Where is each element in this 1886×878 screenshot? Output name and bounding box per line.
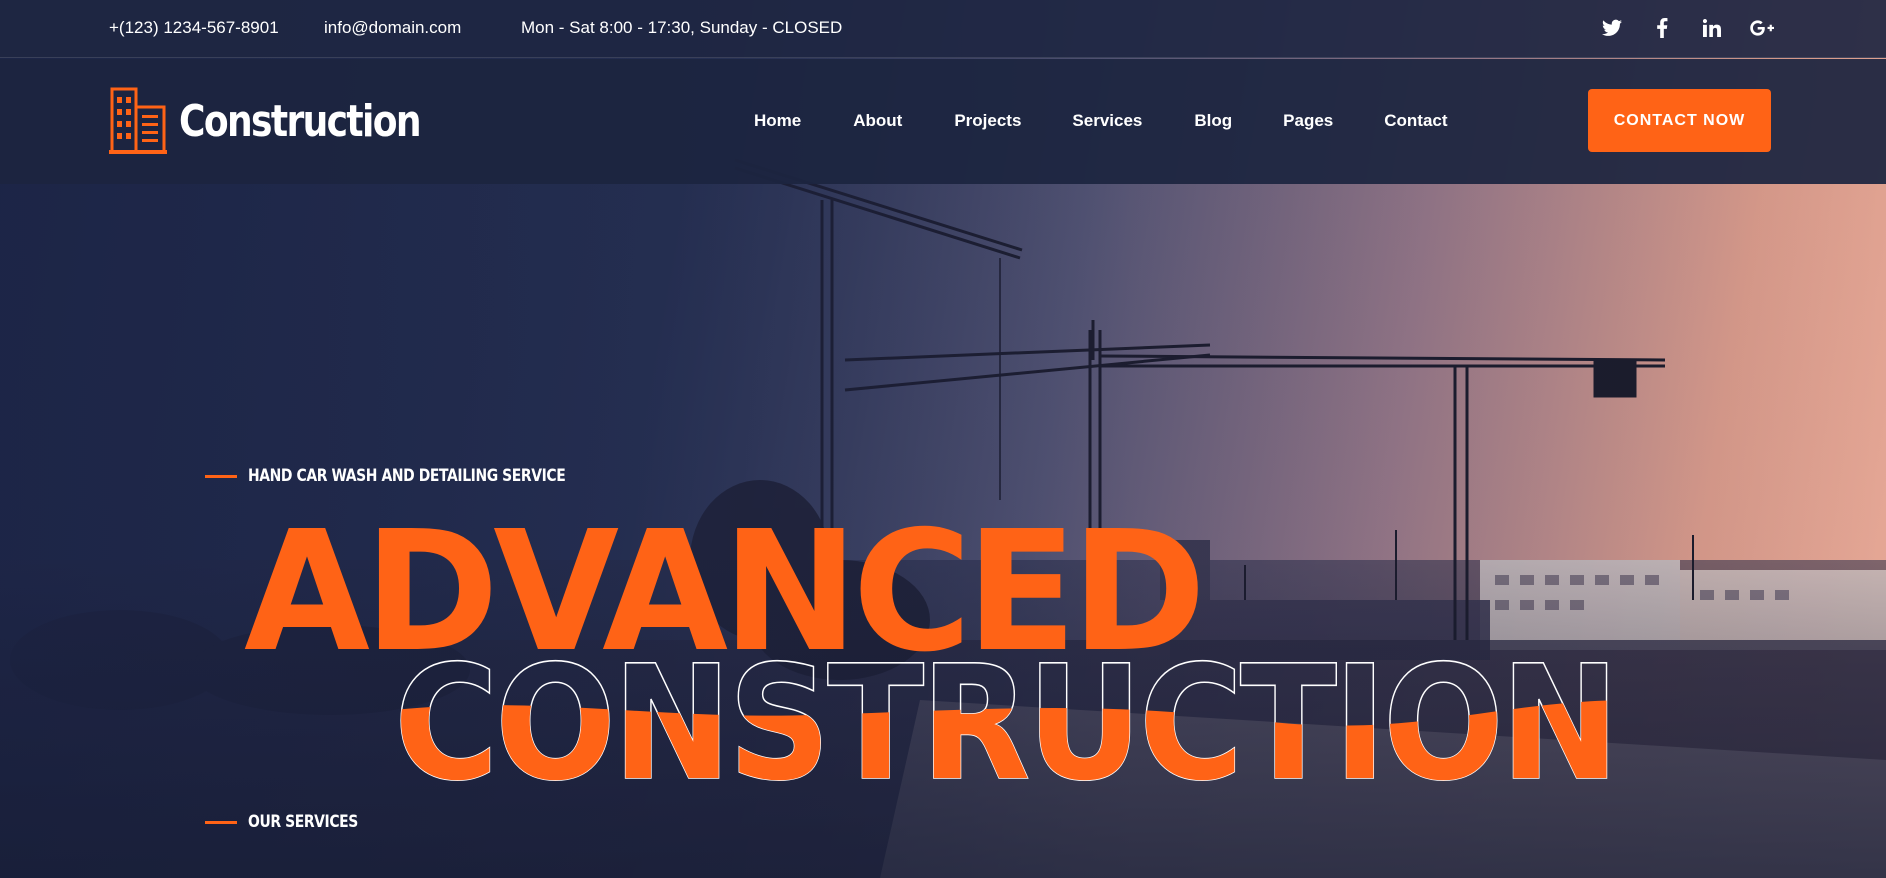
nav-item-services[interactable]: Services [1072,111,1142,131]
hero-headline-line2: CONSTRUCTION CONSTRUCTION [394,640,1634,790]
nav-item-about[interactable]: About [853,111,902,131]
social-links [1600,14,1774,42]
nav-item-pages[interactable]: Pages [1283,111,1333,131]
logo-text: Construction [179,95,422,147]
hero-kicker-text: HAND CAR WASH AND DETAILING SERVICE [248,466,566,486]
top-info-bar: +(123) 1234-567-8901 info@domain.com Mon… [0,0,1886,58]
phone-number[interactable]: +(123) 1234-567-8901 [109,18,279,38]
main-navigation: Home About Projects Services Blog Pages … [754,111,1448,131]
headline-line2-svg: CONSTRUCTION CONSTRUCTION [394,640,1621,790]
nav-item-contact[interactable]: Contact [1384,111,1447,131]
kicker-dash [205,474,237,478]
email-address[interactable]: info@domain.com [324,18,461,38]
linkedin-icon[interactable] [1700,14,1724,42]
opening-hours: Mon - Sat 8:00 - 17:30, Sunday - CLOSED [521,18,843,37]
main-header: Construction Home About Projects Service… [0,59,1886,184]
nav-item-blog[interactable]: Blog [1194,111,1232,131]
our-services-text[interactable]: OUR SERVICES [248,812,358,832]
site-logo[interactable]: Construction [109,87,473,155]
google-plus-icon[interactable] [1750,14,1774,42]
hero-kicker: HAND CAR WASH AND DETAILING SERVICE [205,466,635,486]
nav-item-home[interactable]: Home [754,111,801,131]
contact-now-button[interactable]: CONTACT NOW [1588,89,1771,152]
building-logo-icon [109,87,167,154]
our-services-label: OUR SERVICES [205,812,382,832]
services-dash [205,820,237,824]
nav-item-projects[interactable]: Projects [954,111,1021,131]
twitter-icon[interactable] [1600,14,1624,42]
facebook-icon[interactable] [1650,14,1674,42]
